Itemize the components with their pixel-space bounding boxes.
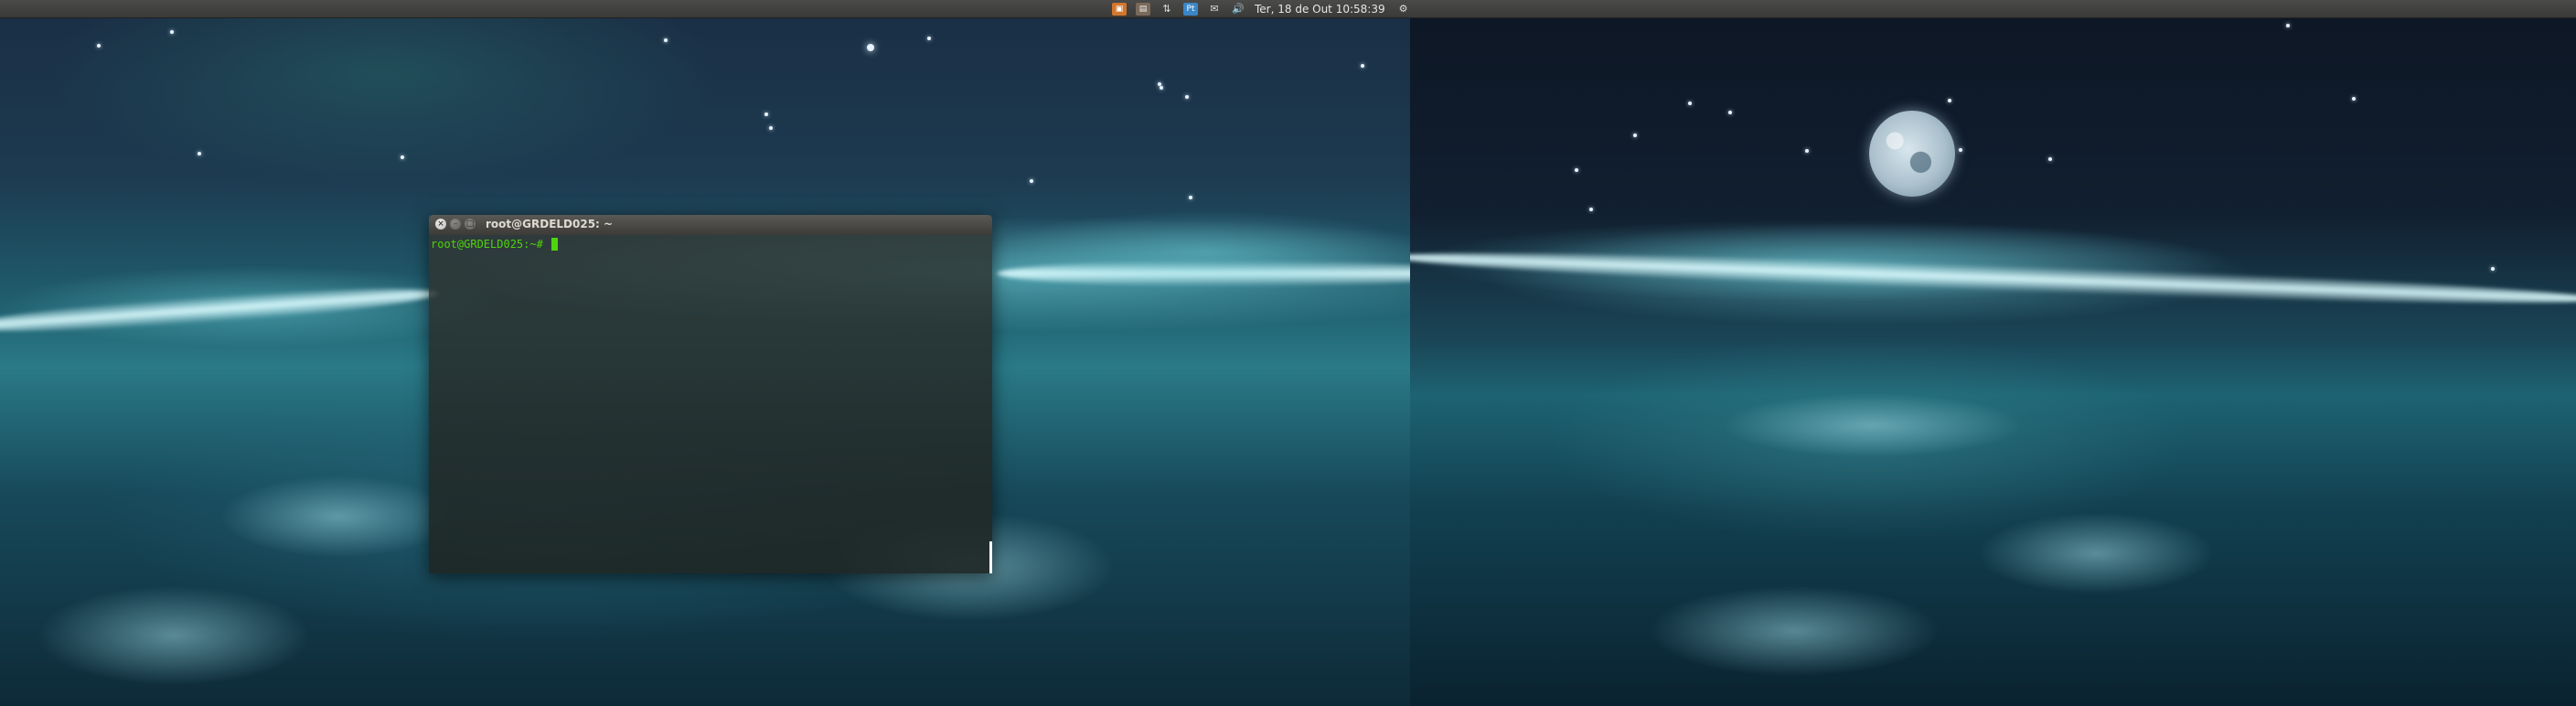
- clock[interactable]: Ter, 18 de Out 10:58:39: [1255, 3, 1385, 16]
- star: [2048, 157, 2052, 161]
- star: [769, 126, 773, 130]
- network-icon[interactable]: ⇅: [1160, 3, 1174, 16]
- star: [170, 30, 174, 34]
- wallpaper-right: [1410, 0, 2576, 706]
- star: [1633, 134, 1637, 137]
- desktop[interactable]: ▣ ▤ ⇅ Pt ✉ 🔊 Ter, 18 de Out 10:58:39 ⚙ ×…: [0, 0, 2576, 706]
- maximize-button[interactable]: □: [465, 219, 476, 230]
- terminal-body[interactable]: root@GRDELD025:~#: [429, 235, 992, 573]
- moon: [1869, 111, 1955, 197]
- terminal-window[interactable]: × – □ root@GRDELD025: ~ root@GRDELD025:~…: [429, 215, 992, 573]
- star: [1160, 86, 1163, 90]
- window-title: root@GRDELD025: ~: [486, 218, 614, 230]
- star: [401, 155, 404, 159]
- star: [2286, 24, 2290, 27]
- star: [764, 112, 768, 116]
- star: [2352, 97, 2356, 101]
- briefcase-icon[interactable]: ▤: [1136, 3, 1150, 16]
- star: [1189, 196, 1192, 199]
- indicator-area: ▣ ▤ ⇅ Pt ✉ 🔊 Ter, 18 de Out 10:58:39 ⚙: [1112, 0, 1420, 18]
- horizon-glow: [988, 210, 1410, 293]
- settings-gear-icon[interactable]: ⚙: [1396, 3, 1411, 16]
- star: [927, 37, 931, 40]
- prompt-line: root@GRDELD025:~#: [431, 238, 559, 251]
- star: [1589, 208, 1593, 211]
- app-launcher-icon[interactable]: ▣: [1112, 3, 1127, 16]
- cloud: [219, 476, 457, 558]
- star: [1805, 149, 1809, 153]
- cloud: [1721, 393, 2023, 457]
- text-cursor: [551, 238, 559, 251]
- star: [1948, 99, 1951, 102]
- star: [2491, 267, 2495, 271]
- close-button[interactable]: ×: [435, 219, 446, 230]
- star: [1185, 95, 1189, 99]
- star: [1728, 111, 1732, 114]
- star: [1030, 179, 1033, 183]
- top-panel: ▣ ▤ ⇅ Pt ✉ 🔊 Ter, 18 de Out 10:58:39 ⚙: [0, 0, 2576, 18]
- cloud: [1977, 512, 2215, 594]
- keyboard-layout-icon[interactable]: Pt: [1183, 3, 1198, 16]
- terminal-scrollbar[interactable]: [989, 541, 992, 573]
- mail-icon[interactable]: ✉: [1207, 3, 1222, 16]
- star: [97, 44, 101, 48]
- star: [1361, 64, 1364, 68]
- minimize-button[interactable]: –: [450, 219, 461, 230]
- star: [867, 44, 874, 51]
- shell-prompt: root@GRDELD025:~#: [431, 238, 550, 251]
- cloud: [37, 585, 311, 686]
- volume-icon[interactable]: 🔊: [1231, 3, 1245, 16]
- star: [1959, 148, 1962, 152]
- star: [1575, 168, 1578, 172]
- star: [664, 38, 668, 42]
- terminal-titlebar[interactable]: × – □ root@GRDELD025: ~: [429, 215, 992, 235]
- cloud: [1648, 585, 1940, 677]
- star: [1688, 102, 1692, 105]
- star: [198, 152, 201, 155]
